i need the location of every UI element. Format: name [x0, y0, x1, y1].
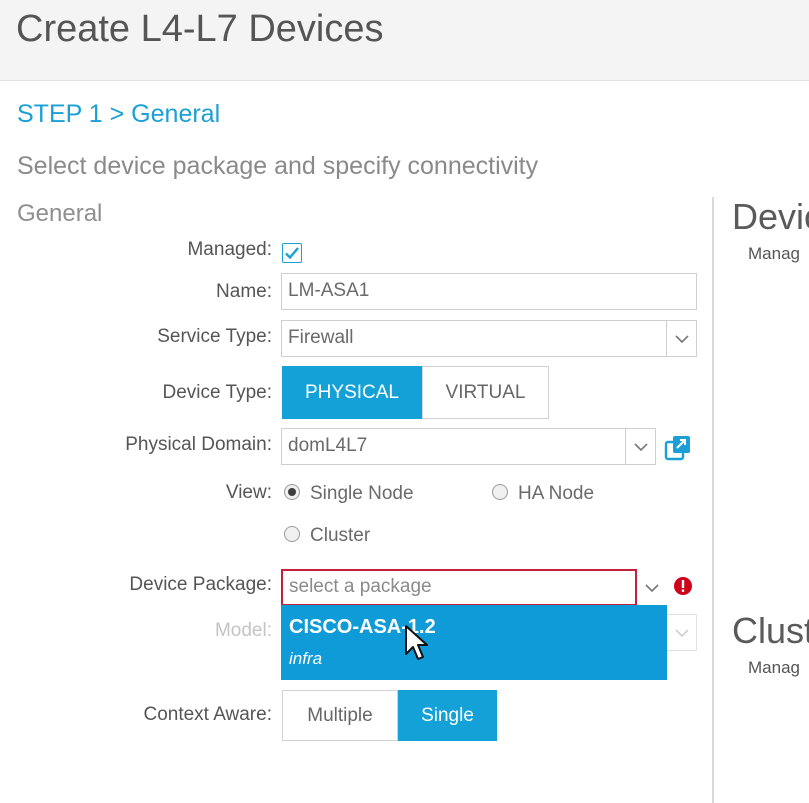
chevron-down-icon [674, 628, 689, 637]
device-package-input[interactable]: select a package [281, 569, 637, 606]
view-single-node-label[interactable]: Single Node [310, 483, 414, 505]
managed-label: Managed: [187, 239, 272, 260]
error-icon [673, 576, 693, 596]
physical-domain-value: domL4L7 [288, 435, 368, 456]
view-ha-node-radio[interactable] [492, 484, 508, 500]
service-type-label: Service Type: [157, 326, 272, 347]
wizard-subtitle: Select device package and specify connec… [17, 152, 539, 180]
service-type-select[interactable]: Firewall [281, 320, 697, 357]
context-aware-single-button[interactable]: Single [398, 690, 497, 741]
view-cluster-label[interactable]: Cluster [310, 525, 370, 547]
service-type-dropdown-button[interactable] [666, 321, 696, 356]
device-type-label: Device Type: [162, 382, 272, 403]
physical-domain-dropdown-button[interactable] [625, 429, 655, 464]
panel-divider [712, 197, 714, 803]
name-input[interactable]: LM-ASA1 [281, 273, 697, 310]
view-ha-node-label[interactable]: HA Node [518, 483, 594, 505]
chevron-down-icon [674, 334, 689, 343]
device-package-label: Device Package: [129, 574, 272, 595]
section-general-heading: General [17, 200, 103, 227]
mouse-cursor-icon [404, 624, 430, 669]
device-type-virtual-button[interactable]: VIRTUAL [422, 366, 549, 419]
page-title: Create L4-L7 Devices [16, 8, 384, 50]
dropdown-option-cisco-asa[interactable]: CISCO-ASA-1.2 infra [281, 605, 667, 680]
chevron-down-icon [633, 442, 648, 451]
device-panel-heading: Devic [732, 196, 809, 237]
view-single-node-radio[interactable] [284, 484, 300, 500]
context-aware-multiple-button[interactable]: Multiple [282, 690, 398, 741]
physical-domain-label: Physical Domain: [125, 434, 272, 455]
chevron-down-icon [645, 583, 659, 592]
dropdown-option-subtext: infra [289, 649, 323, 668]
view-cluster-radio[interactable] [284, 526, 300, 542]
checkmark-icon [285, 247, 299, 260]
device-panel-managed-label: Manag [748, 244, 800, 263]
device-type-physical-button[interactable]: PHYSICAL [282, 366, 422, 419]
view-label: View: [225, 482, 272, 503]
cluster-panel-managed-label: Manag [748, 658, 800, 677]
open-external-icon[interactable] [664, 434, 692, 462]
cluster-panel-heading: Clust [732, 610, 809, 651]
managed-checkbox[interactable] [282, 243, 302, 263]
model-label: Model: [214, 620, 272, 641]
name-label: Name: [216, 281, 272, 302]
wizard-step: STEP 1 > General [17, 100, 221, 128]
device-package-dropdown-list: CISCO-ASA-1.2 infra [281, 605, 667, 680]
model-dropdown-button[interactable] [667, 614, 697, 651]
device-package-dropdown-button[interactable] [637, 569, 667, 606]
context-aware-label: Context Aware: [143, 704, 272, 725]
physical-domain-select[interactable]: domL4L7 [281, 428, 656, 465]
service-type-value: Firewall [288, 327, 354, 348]
